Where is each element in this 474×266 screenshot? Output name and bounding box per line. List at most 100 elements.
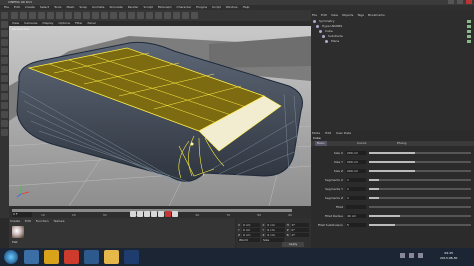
frame-field[interactable]: 0 F [12,212,32,217]
minimize-button[interactable] [448,0,454,4]
coord-field[interactable]: 0 cm [242,223,261,227]
attribute-value-field[interactable] [346,204,366,209]
object-visibility-icon[interactable] [467,39,471,43]
attribute-value-field[interactable]: 1 [346,177,366,182]
explorer-icon[interactable] [24,250,39,264]
object-name[interactable]: Hyper-NURBS [322,24,342,28]
attribute-value-field[interactable]: 200 cm [346,168,366,173]
object-name[interactable]: Subdivide [328,34,343,38]
tool-icon[interactable] [1,102,8,109]
media-icon[interactable] [44,250,59,264]
folder-icon[interactable] [104,250,119,264]
clock[interactable]: 09:25 2013-08-30 [440,251,457,261]
keyframe-icon[interactable] [172,211,178,217]
attribute-value-field[interactable]: 1 [346,186,366,191]
nurbs-icon[interactable] [146,12,153,19]
attribute-slider[interactable] [369,178,471,181]
prev-frame-icon[interactable] [137,211,143,217]
coord-space-select[interactable]: World [238,238,260,242]
tool-icon[interactable] [1,84,8,91]
material-menu-item[interactable]: Edit [25,219,31,223]
attribute-value-field[interactable]: 200 cm [346,150,366,155]
axis-z-icon[interactable] [83,12,90,19]
next-frame-icon[interactable] [151,211,157,217]
object-visibility-icon[interactable] [467,34,471,38]
start-button[interactable] [4,250,18,264]
material-menu-item[interactable]: Function [36,219,49,223]
volume-icon[interactable] [409,253,414,258]
coord-field[interactable]: 0 cm [266,223,285,227]
attribute-slider[interactable] [369,205,471,208]
scale-icon[interactable] [47,12,54,19]
rotate-icon[interactable] [56,12,63,19]
object-row[interactable]: Symmetry [313,19,471,23]
object-row[interactable]: Hyper-NURBS [313,24,471,28]
render-view-icon[interactable] [101,12,108,19]
attribute-menu-item[interactable]: Edit [325,131,331,135]
attribute-section-tab[interactable]: Phong [395,141,408,146]
close-button[interactable] [466,0,472,4]
undo-icon[interactable] [11,12,18,19]
attribute-section-tab[interactable]: Coord. [355,141,369,146]
attribute-value-field[interactable]: 40 cm [346,213,366,218]
coord-field[interactable]: 0 cm [242,233,261,237]
tool-icon[interactable] [1,57,8,64]
coord-icon[interactable] [92,12,99,19]
attribute-slider[interactable] [369,160,471,163]
attribute-slider[interactable] [369,214,471,217]
attribute-slider[interactable] [369,196,471,199]
camera-icon[interactable] [182,12,189,19]
material-menu-item[interactable]: Texture [54,219,65,223]
cube-icon[interactable] [128,12,135,19]
tool-icon[interactable] [1,30,8,37]
object-name[interactable]: Cube [325,29,333,33]
play-icon[interactable] [144,211,150,217]
tool-icon[interactable] [1,111,8,118]
viewport-3d[interactable] [9,26,311,206]
coord-field[interactable]: 0 cm [266,233,285,237]
attribute-slider[interactable] [369,187,471,190]
maximize-button[interactable] [457,0,463,4]
tool-icon[interactable] [1,12,8,19]
current-frame[interactable]: 0 F [12,212,32,217]
attribute-menu-item[interactable]: User Data [336,131,351,135]
select-icon[interactable] [29,12,36,19]
tool-icon[interactable] [1,75,8,82]
material-swatch[interactable] [12,226,24,238]
coord-field[interactable]: 0° [290,233,309,237]
attribute-slider[interactable] [369,223,471,226]
first-frame-icon[interactable] [130,211,136,217]
axis-y-icon[interactable] [74,12,81,19]
object-menu-item[interactable]: Edit [321,13,327,17]
redo-icon[interactable] [20,12,27,19]
tool-icon[interactable] [1,93,8,100]
flag-icon[interactable] [418,253,423,258]
spline-icon[interactable] [137,12,144,19]
render-settings-icon[interactable] [119,12,126,19]
attribute-slider[interactable] [369,169,471,172]
scene-icon[interactable] [173,12,180,19]
object-visibility-icon[interactable] [467,29,471,33]
attribute-section-tab[interactable]: Basic [315,141,327,146]
object-row[interactable]: Cube [313,29,471,33]
object-menu-item[interactable]: Objects [342,13,353,17]
attribute-value-field[interactable]: 5 [346,222,366,227]
coord-field[interactable]: 0 cm [266,228,285,232]
apply-button[interactable]: Apply [282,242,304,247]
move-icon[interactable] [38,12,45,19]
attribute-menu-item[interactable]: Mode [312,131,320,135]
coord-field[interactable]: 0 cm [241,228,261,232]
deformer-icon[interactable] [164,12,171,19]
tool-icon[interactable] [1,129,8,136]
chrome-icon[interactable] [64,250,79,264]
object-row[interactable]: Subdivide [313,34,471,38]
record-icon[interactable] [165,211,171,217]
object-visibility-icon[interactable] [467,24,471,28]
light-icon[interactable] [191,12,198,19]
coord-field[interactable]: 0° [290,228,309,232]
attribute-slider[interactable] [369,151,471,154]
object-menu-item[interactable]: View [331,13,338,17]
object-visibility-icon[interactable] [467,19,471,23]
render-icon[interactable] [110,12,117,19]
object-name[interactable]: Plane [331,39,339,43]
